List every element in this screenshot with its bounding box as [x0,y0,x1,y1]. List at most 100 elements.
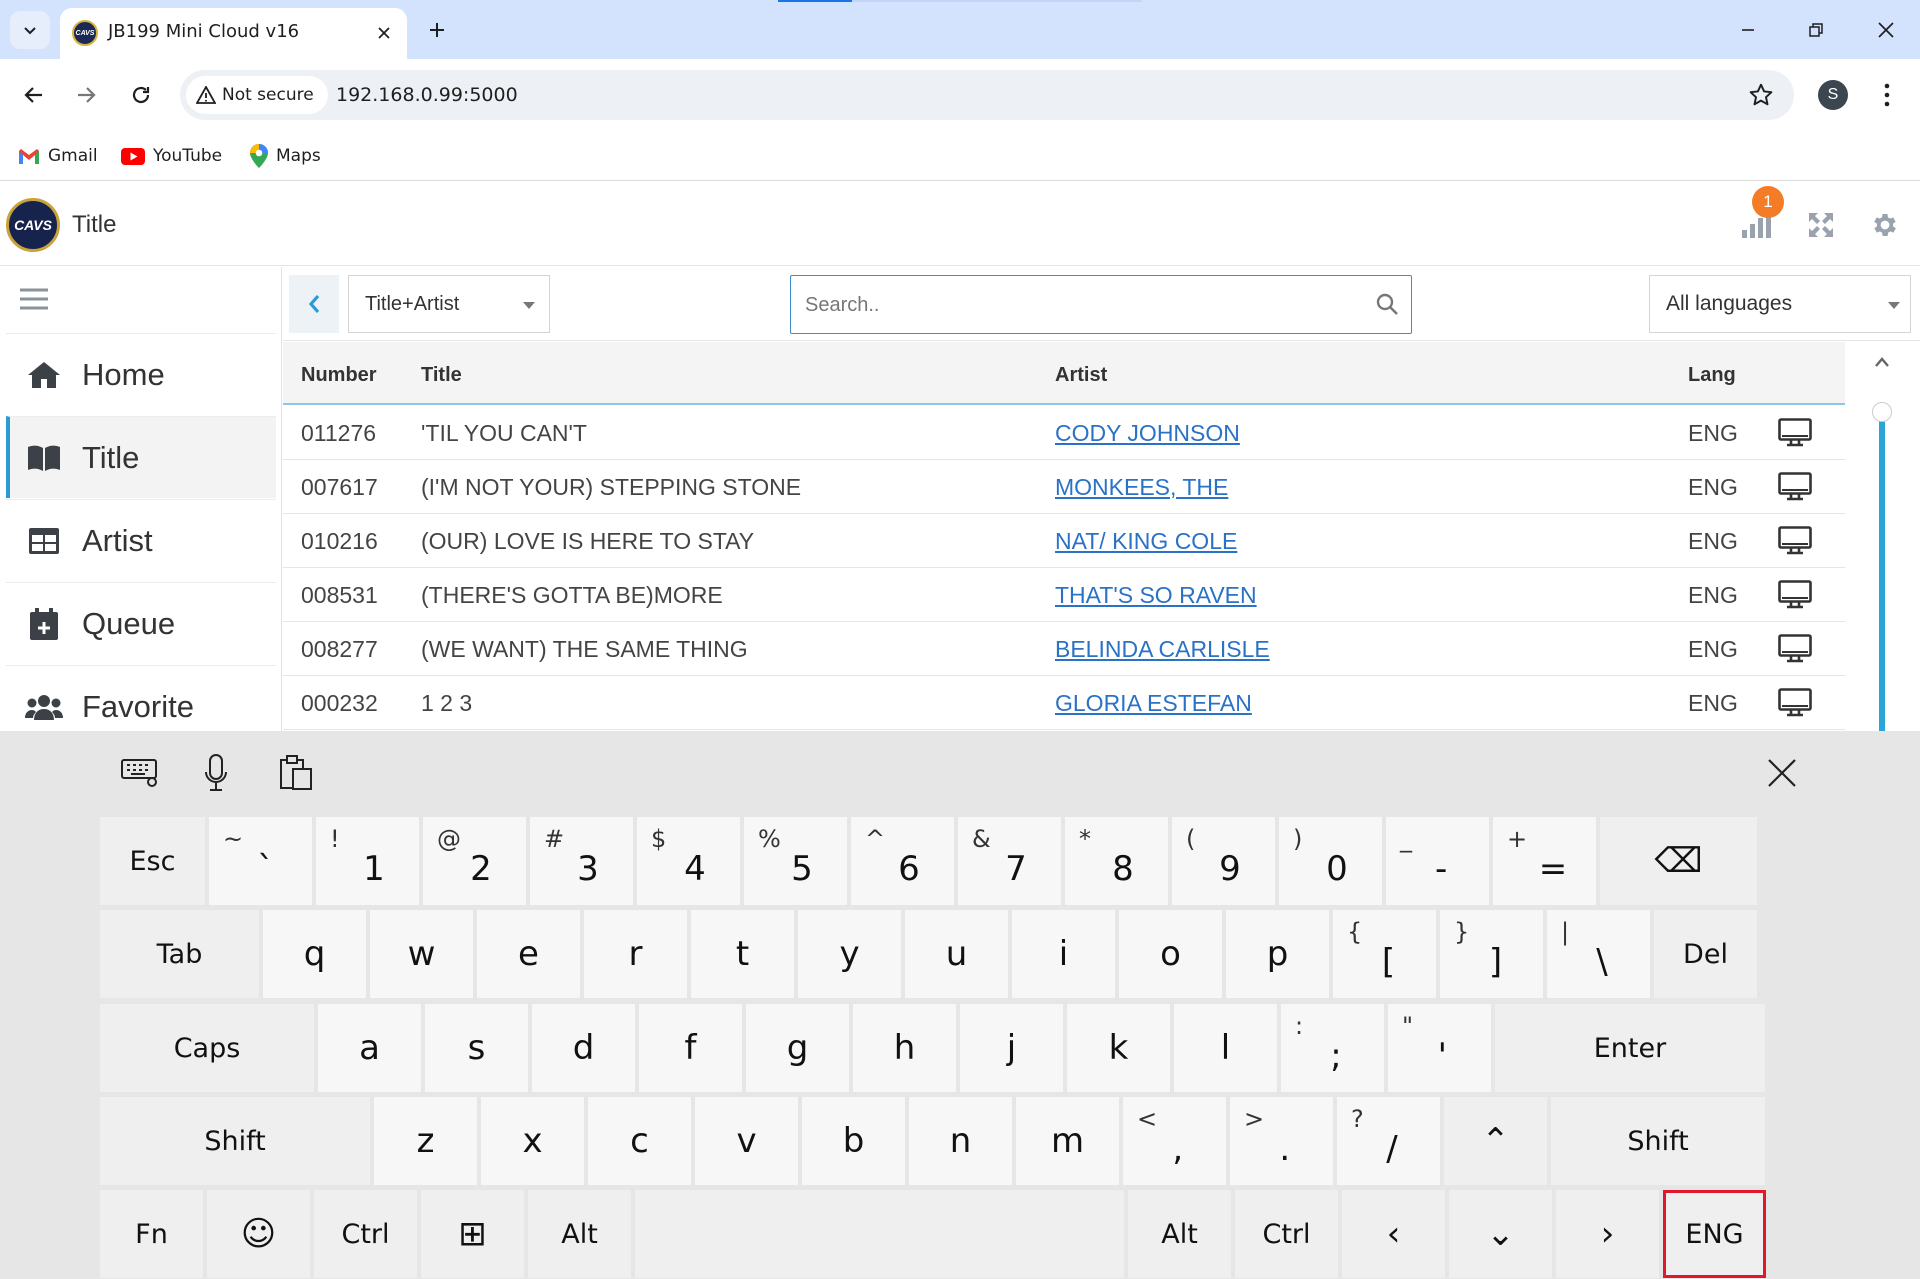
key-symbol[interactable]: :; [1281,1004,1384,1092]
key-symbol[interactable]: {[ [1333,910,1436,998]
key-symbol[interactable]: t [691,910,794,998]
key-del[interactable]: Del [1654,910,1757,998]
monitor-icon[interactable] [1778,472,1812,502]
monitor-icon[interactable] [1778,418,1812,448]
table-row[interactable]: 011276 'TIL YOU CAN'T CODY JOHNSON ENG [283,406,1845,460]
song-artist-link[interactable]: CODY JOHNSON [1055,420,1240,447]
key-fn[interactable]: Fn [100,1190,203,1278]
table-row[interactable]: 007617 (I'M NOT YOUR) STEPPING STONE MONKE… [283,460,1845,514]
menu-toggle-button[interactable] [20,287,48,311]
key-symbol[interactable]: o [1119,910,1222,998]
monitor-icon[interactable] [1778,526,1812,556]
song-artist-link[interactable]: GLORIA ESTEFAN [1055,690,1252,717]
key-symbol[interactable]: ) 0 [1279,817,1382,905]
key-esc[interactable]: Esc [100,817,205,905]
key-symbol[interactable]: #3 [530,817,633,905]
song-artist-link[interactable]: THAT'S SO RAVEN [1055,582,1257,609]
monitor-icon[interactable] [1778,634,1812,664]
bookmark-gmail[interactable]: Gmail [18,139,98,173]
dictation-button[interactable] [194,751,238,795]
key-symbol[interactable]: g [746,1004,849,1092]
key-symbol[interactable]: ? / [1337,1097,1440,1185]
key-symbol[interactable]: w [370,910,473,998]
minimize-button[interactable] [1728,10,1768,50]
key-symbol[interactable]: c [588,1097,691,1185]
key-symbol[interactable]: ⌃ [1444,1097,1547,1185]
key-symbol[interactable]: ⌫ [1600,817,1757,905]
key-symbol[interactable]: ‹ [1342,1190,1445,1278]
tab-search-button[interactable] [10,11,50,49]
key-symbol[interactable]: @2 [423,817,526,905]
key-symbol[interactable]: l [1174,1004,1277,1092]
forward-button[interactable] [66,75,106,115]
key-symbol[interactable]: ⊞ [421,1190,524,1278]
key-shift[interactable]: Shift [1551,1097,1765,1185]
table-row[interactable]: 010216 (OUR) LOVE IS HERE TO STAY NAT/ KIN… [283,514,1845,568]
key-symbol[interactable]: k [1067,1004,1170,1092]
key-symbol[interactable]: >. [1230,1097,1333,1185]
sidebar-item-home[interactable]: Home [6,333,276,415]
key-symbol[interactable]: + = [1493,817,1596,905]
keyboard-settings-button[interactable] [118,751,162,795]
key-symbol[interactable]: a [318,1004,421,1092]
sidebar-item-artist[interactable]: Artist [6,499,276,581]
key-symbol[interactable]: s [425,1004,528,1092]
key-symbol[interactable]: b [802,1097,905,1185]
key-symbol[interactable]: ☺ [207,1190,310,1278]
key-symbol[interactable]: * 8 [1065,817,1168,905]
key-symbol[interactable]: p [1226,910,1329,998]
key-symbol[interactable]: i [1012,910,1115,998]
window-close-button[interactable] [1866,10,1906,50]
sidebar-item-title[interactable]: Title [6,416,276,498]
key-symbol[interactable]: z [374,1097,477,1185]
key-symbol[interactable]: (9 [1172,817,1275,905]
back-button[interactable] [14,75,54,115]
address-bar[interactable]: Not secure 192.168.0.99:5000 [180,70,1794,120]
security-indicator[interactable]: Not secure [186,76,328,114]
key-symbol[interactable]: q [263,910,366,998]
reload-button[interactable] [121,75,161,115]
scroll-thumb[interactable] [1872,402,1892,422]
language-select[interactable]: All languages [1649,275,1911,333]
key-symbol[interactable]: & 7 [958,817,1061,905]
column-header-artist[interactable]: Artist [1055,364,1107,387]
key-symbol[interactable]: $4 [637,817,740,905]
key-ctrl[interactable]: Ctrl [314,1190,417,1278]
key-symbol[interactable]: % 5 [744,817,847,905]
fullscreen-button[interactable] [1806,210,1836,240]
key-symbol[interactable]: f [639,1004,742,1092]
key-symbol[interactable]: | \ [1547,910,1650,998]
collapse-button[interactable] [289,275,339,333]
key-enter[interactable]: Enter [1495,1004,1765,1092]
key-ctrl[interactable]: Ctrl [1235,1190,1338,1278]
key-symbol[interactable]: › [1556,1190,1659,1278]
key-symbol[interactable]: y [798,910,901,998]
column-header-number[interactable]: Number [301,364,377,387]
song-artist-link[interactable]: MONKEES, THE [1055,474,1228,501]
new-tab-button[interactable] [422,15,452,45]
key-caps[interactable]: Caps [100,1004,314,1092]
table-row[interactable]: 000232 1 2 3 GLORIA ESTEFAN ENG [283,676,1845,730]
clipboard-button[interactable] [274,751,318,795]
key-eng[interactable]: ENG [1663,1190,1766,1278]
key-symbol[interactable]: ! 1 [316,817,419,905]
key-symbol[interactable]: u [905,910,1008,998]
scroll-track[interactable] [1879,405,1885,731]
bookmark-youtube[interactable]: YouTube [121,139,222,173]
song-artist-link[interactable]: NAT/ KING COLE [1055,528,1237,555]
key-symbol[interactable]: n [909,1097,1012,1185]
key-symbol[interactable]: }] [1440,910,1543,998]
profile-avatar[interactable]: S [1818,80,1848,110]
table-scrollbar[interactable] [1846,342,1920,731]
key-symbol[interactable]: ⌄ [1449,1190,1552,1278]
table-row[interactable]: 008277 (WE WANT) THE SAME THING BELINDA CA… [283,622,1845,676]
key-symbol[interactable]: " ' [1388,1004,1491,1092]
key-symbol[interactable]: _ - [1386,817,1489,905]
scroll-up-button[interactable] [1874,356,1890,368]
key-symbol[interactable]: v [695,1097,798,1185]
song-artist-link[interactable]: BELINDA CARLISLE [1055,636,1270,663]
key-symbol[interactable]: r [584,910,687,998]
key-symbol[interactable]: ^ 6 [851,817,954,905]
bookmark-star-button[interactable] [1748,82,1774,108]
monitor-icon[interactable] [1778,688,1812,718]
